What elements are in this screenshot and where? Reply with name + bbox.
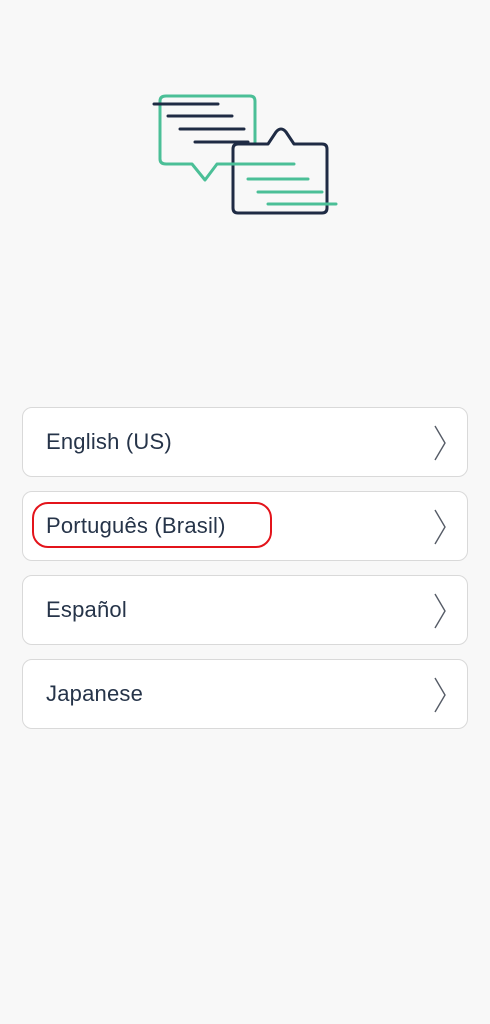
language-label: Español <box>46 597 127 622</box>
chevron-right-icon <box>434 509 446 545</box>
language-label: English (US) <box>46 429 172 454</box>
language-label: Japanese <box>46 681 144 706</box>
chevron-right-icon <box>434 677 446 713</box>
translate-chat-bubbles-icon <box>152 94 338 215</box>
language-selection-screen: English (US) Português (Brasil) Español … <box>0 0 490 1024</box>
language-option-japanese[interactable]: Japanese <box>22 659 468 729</box>
language-option-spanish[interactable]: Español <box>22 575 468 645</box>
language-option-english-us[interactable]: English (US) <box>22 407 468 477</box>
chevron-right-icon <box>434 425 446 461</box>
language-list: English (US) Português (Brasil) Español … <box>22 407 468 743</box>
chevron-right-icon <box>434 593 446 629</box>
language-option-portuguese-brazil[interactable]: Português (Brasil) <box>22 491 468 561</box>
language-label: Português (Brasil) <box>46 513 226 538</box>
